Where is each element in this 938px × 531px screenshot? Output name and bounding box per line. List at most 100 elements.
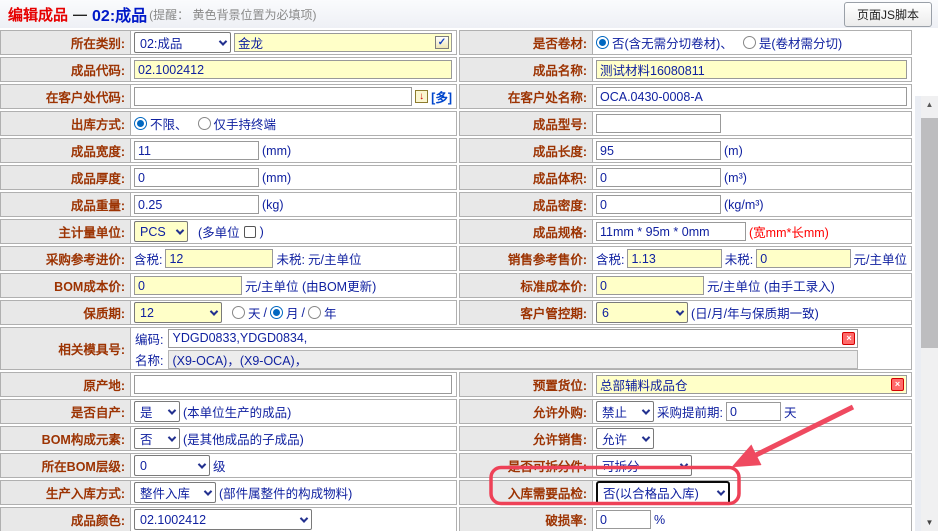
location-input[interactable] [596,375,907,394]
thickness-label: 成品厚度: [71,168,125,187]
page-js-script-button[interactable]: 页面JS脚本 [844,2,932,27]
outsourcing-label: 允许外购: [533,402,587,421]
lead-time-unit: 天 [784,402,797,421]
category-select[interactable]: 02:成品 [134,32,231,53]
length-input[interactable] [596,141,721,160]
sale-price-label: 销售参考售价: [508,249,587,268]
main-unit-select[interactable]: PCS [134,221,188,242]
bom-cost-input[interactable] [134,276,242,295]
splittable-select[interactable]: 可拆分 [596,455,692,476]
page-title: 编辑成品 [8,4,68,25]
density-unit: (kg/m³) [724,198,764,212]
outbound-handheld-radio[interactable] [198,117,211,130]
untaxed-label: 未税: [725,249,753,268]
shelf-year-radio[interactable] [308,306,321,319]
product-name-input[interactable] [596,60,907,79]
bom-level-unit: 级 [213,456,226,475]
coil-no-radio[interactable] [596,36,609,49]
scroll-down-icon[interactable]: ▼ [921,518,938,527]
mold-code-clear-icon[interactable]: × [842,332,855,345]
title-bar: 编辑成品 — 02:成品 (提醒： 黄色背景位置为必填项) 页面JS脚本 [0,0,938,28]
coil-yes-radio[interactable] [743,36,756,49]
shelf-life-label: 保质期: [83,303,125,322]
production-inbound-select[interactable]: 整件入库 [134,482,216,503]
multi-unit-checkbox[interactable] [244,226,256,238]
self-made-select[interactable]: 是 [134,401,180,422]
std-cost-unit: 元/主单位 (由手工录入) [707,276,835,295]
control-period-select[interactable]: 6 [596,302,688,323]
width-label: 成品宽度: [71,141,125,160]
product-name-label: 成品名称: [533,60,587,79]
density-input[interactable] [596,195,721,214]
product-code-label: 成品代码: [71,60,125,79]
volume-label: 成品体积: [533,168,587,187]
lead-time-input[interactable] [726,402,781,421]
std-cost-input[interactable] [596,276,704,295]
inbound-qc-select[interactable]: 否(以合格品入库) [596,481,730,505]
chevron-down-icon [198,460,206,468]
customer-code-label: 在客户处代码: [46,87,125,106]
sales-allowed-select[interactable]: 允许 [596,428,654,449]
production-inbound-hint: (部件属整件的构成物料) [219,483,352,502]
control-period-hint: (日/月/年与保质期一致) [691,303,819,322]
bom-cost-label: BOM成本价: [54,276,125,295]
multi-unit-suffix: ) [260,225,264,239]
spec-input[interactable] [596,222,746,241]
molds-label: 相关模具号: [58,339,125,358]
mold-code-label: 编码: [135,329,163,348]
form-row: 成品厚度: (mm) 成品体积: (m³) [0,165,912,190]
main-unit-label: 主计量单位: [58,222,125,241]
damage-rate-input[interactable] [596,510,651,529]
mold-code-input[interactable] [168,329,858,348]
customer-name-input[interactable] [596,87,907,106]
form-row: 主计量单位: PCS (多单位 ) 成品规格: (宽mm*长mm) [0,219,912,244]
form-row: 成品颜色: 02.1002412 破损率: % [0,507,912,531]
color-label: 成品颜色: [71,510,125,529]
customer-name-label: 在客户处名称: [508,87,587,106]
customer-code-import-icon[interactable]: ↓ [415,90,428,103]
taxed-label: 含税: [134,249,162,268]
outsourcing-select[interactable]: 禁止 [596,401,654,422]
scroll-up-icon[interactable]: ▲ [921,100,938,109]
origin-input[interactable] [134,375,452,394]
purchase-taxed-input[interactable] [165,249,273,268]
length-unit: (m) [724,144,743,158]
category-picker-icon[interactable]: ✓ [435,36,449,49]
sale-taxed-input[interactable] [627,249,721,268]
chevron-down-icon [642,406,650,414]
location-clear-icon[interactable]: × [891,378,904,391]
customer-code-input[interactable] [134,87,412,106]
form-row: 相关模具号: 编码: × 名称: [0,327,912,370]
volume-unit: (m³) [724,171,747,185]
form-row: 生产入库方式: 整件入库 (部件属整件的构成物料) 入库需要品检: 否(以合格品… [0,480,912,505]
outbound-unlimited-radio[interactable] [134,117,147,130]
thickness-input[interactable] [134,168,259,187]
control-period-label: 客户管控期: [520,303,587,322]
shelf-month-radio[interactable] [270,306,283,319]
width-input[interactable] [134,141,259,160]
chevron-down-icon [168,433,176,441]
model-input[interactable] [596,114,721,133]
shelf-day-radio[interactable] [232,306,245,319]
product-code-input[interactable] [134,60,452,79]
sale-untaxed-input[interactable] [756,249,850,268]
vertical-scrollbar[interactable]: ▲ ▼ [921,96,938,531]
title-dash: — [73,6,87,22]
chevron-down-icon [717,487,725,495]
color-select[interactable]: 02.1002412 [134,509,312,530]
purchase-price-unit: 元/主单位 [308,249,361,268]
self-made-hint: (本单位生产的成品) [183,402,291,421]
shelf-life-select[interactable]: 12 [134,302,222,323]
untaxed-label: 未税: [276,249,304,268]
bom-element-select[interactable]: 否 [134,428,180,449]
form-row: 所在类别: 02:成品 ✓ 是否卷材: 否(含无需分切卷材)、 [0,30,912,55]
multi-code-link[interactable]: [多] [431,87,452,106]
volume-input[interactable] [596,168,721,187]
weight-input[interactable] [134,195,259,214]
width-unit: (mm) [262,144,291,158]
weight-unit: (kg) [262,198,284,212]
chevron-down-icon [219,37,227,45]
scrollbar-thumb[interactable] [921,118,938,348]
category-value-input[interactable] [234,33,452,52]
bom-level-select[interactable]: 0 [134,455,210,476]
